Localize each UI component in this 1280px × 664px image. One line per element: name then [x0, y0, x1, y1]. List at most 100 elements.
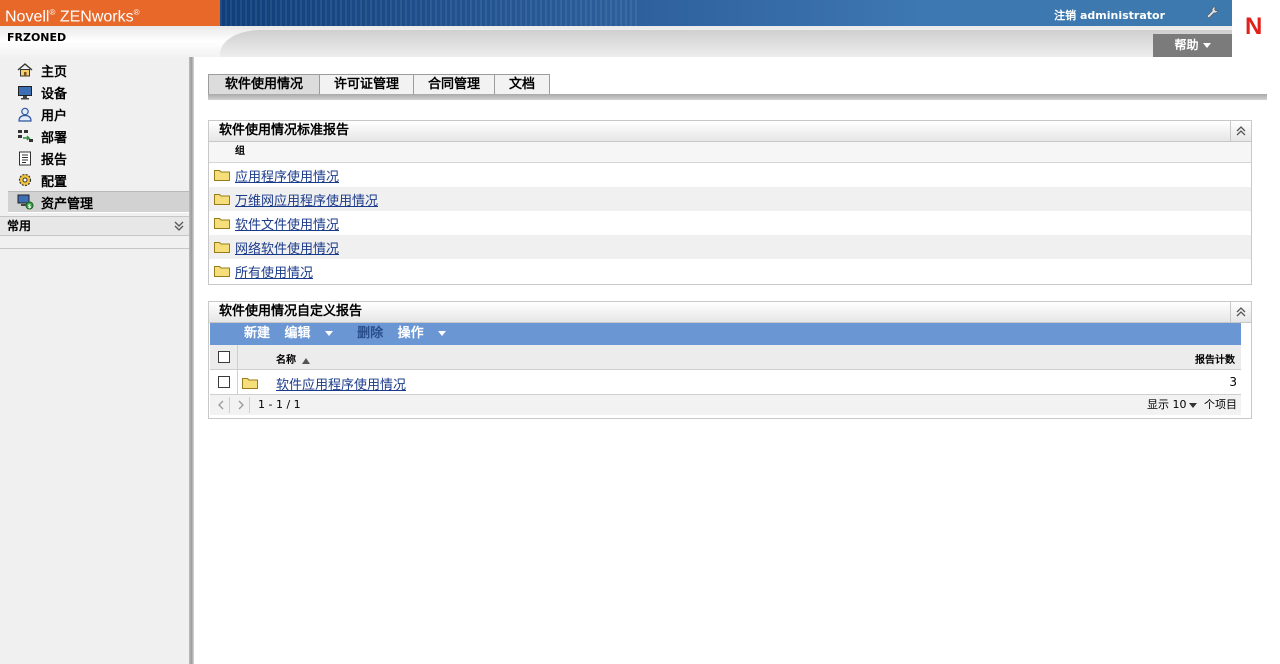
pagination-bar: 1 - 1 / 1 显示 10 个项目	[210, 395, 1241, 415]
row-checkbox[interactable]	[218, 376, 230, 388]
list-item: 所有使用情况	[209, 259, 1251, 283]
folder-icon	[214, 170, 230, 181]
common-section-header[interactable]: 常用	[0, 216, 189, 236]
chevron-left-icon	[217, 400, 223, 410]
zone-name: FRZONED	[7, 31, 67, 44]
sidebar-splitter[interactable]	[189, 57, 194, 664]
chevron-down-icon	[324, 331, 333, 336]
novell-zenworks-brand: Novell® ZENworks®	[0, 0, 220, 26]
panel-title: 软件使用情况自定义报告	[219, 304, 363, 319]
panel-header: 软件使用情况标准报告	[209, 121, 1251, 142]
folder-icon	[214, 218, 230, 229]
report-link[interactable]: 软件应用程序使用情况	[276, 374, 406, 393]
banner-pattern	[220, 0, 640, 26]
tab-license-management[interactable]: 许可证管理	[319, 74, 415, 94]
tab-contract-management[interactable]: 合同管理	[413, 74, 496, 94]
sidebar-item-deployment[interactable]: 部署	[0, 125, 189, 147]
section-divider	[0, 248, 189, 249]
registered-mark: ®	[49, 8, 56, 17]
sidebar-item-label: 主页	[41, 64, 68, 80]
name-column-label: 名称	[276, 355, 296, 366]
previous-page-button[interactable]	[212, 397, 230, 413]
page-range: 1 - 1 / 1	[258, 398, 301, 411]
help-label: 帮助	[1174, 38, 1199, 52]
header-subbar: FRZONED 帮助	[0, 26, 1232, 57]
panel-title: 软件使用情况标准报告	[219, 123, 350, 138]
sidebar-item-label: 资产管理	[41, 196, 94, 212]
folder-icon	[214, 266, 230, 277]
edit-menu-button[interactable]: 编辑	[285, 326, 343, 341]
sidebar-item-label: 设备	[41, 86, 68, 102]
wrench-icon[interactable]	[1204, 5, 1220, 21]
user-icon	[16, 106, 34, 122]
sidebar-item-home[interactable]: 主页	[0, 59, 189, 81]
new-button[interactable]: 新建	[244, 326, 270, 341]
table-row: 软件应用程序使用情况 3	[210, 370, 1241, 395]
help-menu-button[interactable]: 帮助	[1153, 34, 1232, 57]
report-group-link[interactable]: 万维网应用程序使用情况	[235, 190, 378, 209]
next-page-button[interactable]	[232, 397, 250, 413]
list-item: 软件文件使用情况	[209, 211, 1251, 235]
report-count-column-header[interactable]: 报告计数	[1195, 351, 1235, 366]
collapse-panel-button[interactable]	[1230, 121, 1251, 141]
report-group-link[interactable]: 应用程序使用情况	[235, 166, 339, 185]
tab-software-usage[interactable]: 软件使用情况	[208, 74, 321, 94]
sidebar-item-label: 部署	[41, 130, 68, 146]
page-size-select[interactable]: 10	[1173, 398, 1201, 411]
sidebar: 主页 设备 用户 部署 报告 配置 $ 资产管理 常用	[0, 57, 189, 664]
select-all-checkbox[interactable]	[218, 351, 230, 363]
list-item: 应用程序使用情况	[209, 163, 1251, 187]
sidebar-item-label: 配置	[41, 174, 68, 190]
deploy-icon	[16, 128, 34, 144]
report-group-link[interactable]: 网络软件使用情况	[235, 238, 339, 257]
double-chevron-down-icon[interactable]	[171, 218, 187, 234]
registered-mark: ®	[133, 8, 140, 17]
actions-label: 操作	[397, 326, 424, 341]
app-header: Novell® ZENworks® 注销 administrator N FRZ…	[0, 0, 1280, 57]
delete-button[interactable]: 删除	[357, 326, 383, 341]
report-count: 3	[1229, 375, 1237, 389]
sort-ascending-icon	[302, 358, 310, 364]
page-size-control: 显示 10 个项目	[1147, 395, 1237, 415]
standard-reports-panel: 软件使用情况标准报告 组 应用程序使用情况 万维网应用程序使用情况 软件文件使用…	[208, 120, 1252, 285]
tab-bar: 软件使用情况 许可证管理 合同管理 文档	[208, 74, 551, 94]
tab-documents[interactable]: 文档	[494, 74, 551, 94]
brand-name: Novell	[5, 8, 50, 26]
items-suffix-label: 个项目	[1204, 398, 1237, 411]
sidebar-nav: 主页 设备 用户 部署 报告 配置 $ 资产管理	[0, 59, 189, 213]
sidebar-item-configuration[interactable]: 配置	[0, 169, 189, 191]
monitor-icon	[16, 84, 34, 100]
chevron-right-icon	[238, 400, 244, 410]
chevron-down-icon	[1188, 402, 1197, 408]
product-name: ZENworks	[59, 8, 134, 26]
list-item: 网络软件使用情况	[209, 235, 1251, 259]
double-chevron-up-icon	[1236, 126, 1246, 136]
header-banner: 注销 administrator	[220, 0, 1232, 26]
subbar-curve	[220, 30, 1232, 57]
double-chevron-up-icon	[1236, 307, 1246, 317]
folder-icon	[242, 378, 258, 389]
report-toolbar: 新建 编辑 删除 操作	[210, 323, 1241, 345]
common-section-label: 常用	[7, 219, 32, 233]
config-gear-icon	[16, 172, 34, 188]
folder-icon	[214, 194, 230, 205]
page-size-value: 10	[1172, 398, 1187, 411]
actions-menu-button[interactable]: 操作	[398, 326, 456, 341]
sidebar-item-users[interactable]: 用户	[0, 103, 189, 125]
table-header: 名称 报告计数	[210, 345, 1241, 370]
sidebar-item-devices[interactable]: 设备	[0, 81, 189, 103]
home-icon	[16, 62, 34, 78]
panel-header: 软件使用情况自定义报告	[209, 302, 1251, 323]
group-column-header[interactable]: 组	[209, 142, 1251, 163]
sidebar-item-label: 报告	[41, 152, 68, 168]
column-divider	[237, 370, 238, 394]
show-label: 显示	[1147, 398, 1169, 411]
name-column-header[interactable]: 名称	[276, 351, 310, 366]
report-group-link[interactable]: 所有使用情况	[235, 262, 313, 281]
collapse-panel-button[interactable]	[1230, 302, 1251, 322]
column-divider	[237, 345, 238, 369]
report-group-link[interactable]: 软件文件使用情况	[235, 214, 339, 233]
logout-link[interactable]: 注销 administrator	[1054, 7, 1165, 23]
sidebar-item-asset-management[interactable]: $ 资产管理	[8, 191, 189, 213]
sidebar-item-reports[interactable]: 报告	[0, 147, 189, 169]
